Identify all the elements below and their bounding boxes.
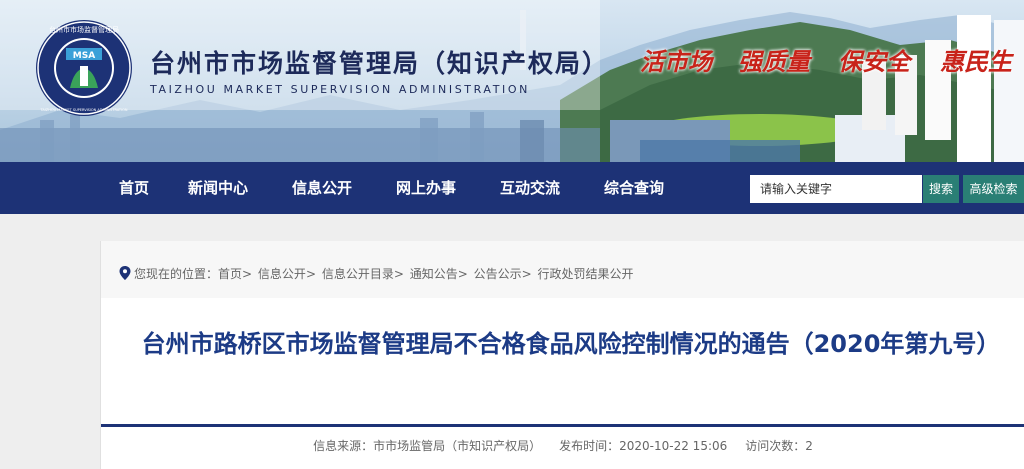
breadcrumb-separator: > (242, 267, 253, 281)
breadcrumb: 您现在的位置：首页> 信息公开> 信息公开目录> 通知公告> 公告公示> 行政处… (101, 241, 1024, 298)
breadcrumb-separator: > (457, 267, 468, 281)
nav-item-query[interactable]: 综合查询 (604, 162, 664, 214)
nav-item-online-services[interactable]: 网上办事 (396, 162, 456, 214)
date-label: 发布时间： (559, 439, 620, 453)
advanced-search-button[interactable]: 高级检索 (963, 175, 1024, 203)
breadcrumb-separator: > (521, 267, 532, 281)
header-banner: MSA 台州市市场监督管理局 TAIZHOU MARKET SUPERVISIO… (0, 0, 1024, 162)
nav-item-interaction[interactable]: 互动交流 (500, 162, 560, 214)
breadcrumb-separator: > (393, 267, 404, 281)
nav-item-info-disclosure[interactable]: 信息公开 (292, 162, 352, 214)
title-divider (101, 424, 1024, 427)
article-panel: 您现在的位置：首页> 信息公开> 信息公开目录> 通知公告> 公告公示> 行政处… (100, 241, 1024, 469)
article-title: 台州市路桥区市场监督管理局不合格食品风险控制情况的通告（2020年第九号） (141, 330, 1001, 358)
logo-abbreviation: MSA (73, 51, 95, 61)
breadcrumb-separator: > (305, 267, 316, 281)
location-pin-icon (119, 266, 131, 280)
logo-ring-bottom-text: TAIZHOU MARKET SUPERVISION ADMINISTRATIO… (40, 108, 128, 112)
article-meta: 信息来源：市市场监管局（市知识产权局） 发布时间：2020-10-22 15:06… (101, 437, 1024, 454)
logo-ring-top-text: 台州市市场监督管理局 (49, 25, 119, 34)
breadcrumb-notices[interactable]: 通知公告 (410, 267, 458, 281)
msa-emblem-icon: MSA 台州市市场监督管理局 TAIZHOU MARKET SUPERVISIO… (36, 20, 132, 116)
source-label: 信息来源： (313, 439, 374, 453)
date-value: 2020-10-22 15:06 (619, 439, 728, 453)
breadcrumb-info-catalog[interactable]: 信息公开目录 (322, 267, 394, 281)
breadcrumb-prefix: 您现在的位置： (134, 267, 219, 281)
views-label: 访问次数： (745, 439, 806, 453)
nav-item-news[interactable]: 新闻中心 (188, 162, 248, 214)
slogan-2: 强质量 (738, 47, 810, 76)
search-button[interactable]: 搜索 (923, 175, 959, 203)
breadcrumb-home[interactable]: 首页 (218, 267, 242, 281)
views-value: 2 (805, 439, 813, 453)
breadcrumb-info-disclosure[interactable]: 信息公开 (258, 267, 306, 281)
slogan-3: 保安全 (838, 47, 910, 76)
source-value: 市市场监管局（市知识产权局） (373, 439, 542, 453)
site-subtitle: TAIZHOU MARKET SUPERVISION ADMINISTRATIO… (150, 83, 530, 96)
search-input[interactable] (750, 175, 922, 203)
breadcrumb-penalty-results[interactable]: 行政处罚结果公开 (538, 267, 634, 281)
breadcrumb-announcements[interactable]: 公告公示 (474, 267, 522, 281)
city-scenery-image (0, 0, 1024, 162)
nav-item-home[interactable]: 首页 (119, 162, 149, 214)
site-title: 台州市市场监督管理局（知识产权局） (150, 49, 610, 78)
slogan-1: 活市场 (640, 47, 712, 76)
slogan-4: 惠民生 (940, 47, 1012, 76)
